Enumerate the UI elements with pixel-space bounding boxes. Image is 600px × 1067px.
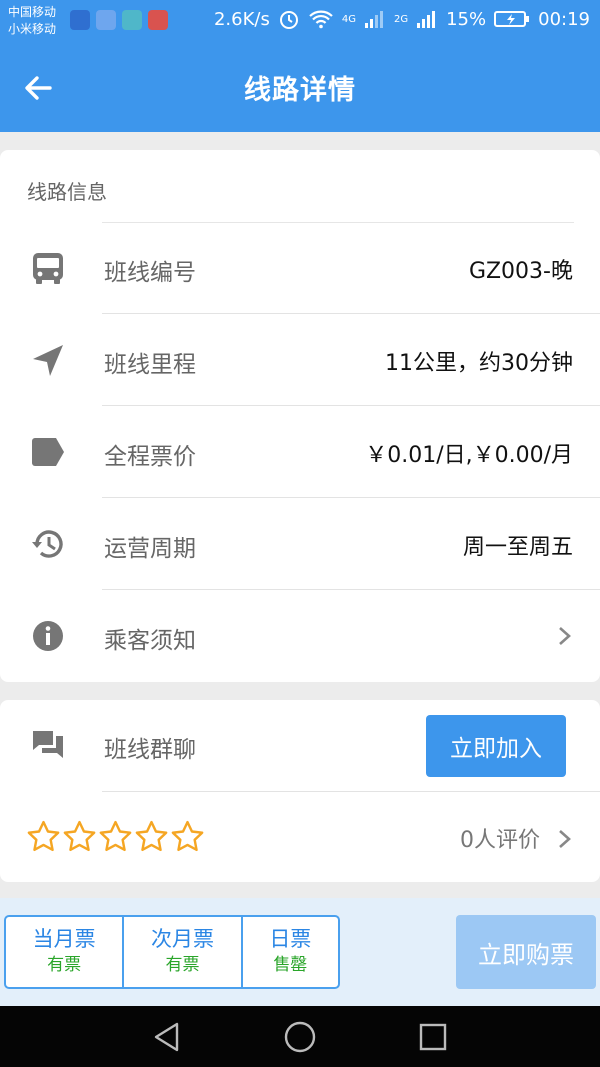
divider <box>102 589 600 590</box>
back-triangle-icon[interactable] <box>150 1020 184 1054</box>
carrier-names: 中国移动 小米移动 <box>8 4 56 38</box>
star-outline-icon <box>171 820 204 852</box>
ticket-name: 当月票 <box>32 927 96 951</box>
ticket-type-tabs: 当月票 有票 次月票 有票 日票 售罄 <box>4 915 340 989</box>
ticket-status: 有票 <box>47 955 82 975</box>
row-label: 班线编号 <box>104 260 196 286</box>
carrier-2: 小米移动 <box>8 22 57 36</box>
ticket-bar: 当月票 有票 次月票 有票 日票 售罄 立即购票 <box>0 898 600 1006</box>
row-label: 班线里程 <box>104 352 196 378</box>
row-fare: 全程票价 ￥0.01/日,￥0.00/月 <box>0 407 600 498</box>
row-value: 周一至周五 <box>462 535 573 560</box>
clock-time: 00:19 <box>538 8 590 30</box>
row-label: 乘客须知 <box>104 628 196 654</box>
group-chat-card: 班线群聊 立即加入 0人评价 <box>0 700 600 882</box>
row-distance: 班线里程 11公里，约30分钟 <box>0 315 600 406</box>
blocked-app-icon <box>148 10 168 30</box>
row-label: 运营周期 <box>104 536 196 562</box>
home-circle-icon[interactable] <box>283 1020 317 1054</box>
chevron-right-icon <box>559 627 571 645</box>
row-value: 11公里，约30分钟 <box>385 351 573 376</box>
row-passenger-notice[interactable]: 乘客须知 <box>0 591 600 682</box>
location-app-icon <box>96 10 116 30</box>
alarm-icon <box>279 11 298 29</box>
info-circle-icon <box>33 621 63 651</box>
tab-daily[interactable]: 日票 售罄 <box>243 917 338 987</box>
wifi-icon <box>309 10 333 29</box>
divider <box>102 313 600 314</box>
divider <box>102 405 600 406</box>
line-info-card: 线路信息 班线编号 GZ003-晚 班线里程 11公里，约30分钟 全程票价 ￥… <box>0 150 600 682</box>
star-outline-icon <box>27 820 60 852</box>
bird-app-icon <box>70 10 90 30</box>
notification-icons <box>70 10 168 30</box>
android-app-icon <box>122 10 142 30</box>
chat-bubbles-icon <box>33 731 63 758</box>
price-tag-icon <box>32 438 64 466</box>
recents-square-icon[interactable] <box>416 1020 450 1054</box>
navigation-arrow-icon <box>33 345 63 376</box>
divider <box>102 791 600 792</box>
system-nav-bar <box>0 1006 600 1067</box>
review-count[interactable]: 0人评价 <box>460 822 540 854</box>
page-title: 线路详情 <box>244 75 356 106</box>
section-title: 线路信息 <box>27 180 107 204</box>
divider <box>102 497 600 498</box>
battery-charging-icon <box>494 11 530 27</box>
status-bar: 中国移动 小米移动 2.6K/s 4G 2G 15% 00:19 <box>0 0 600 44</box>
rating-stars[interactable] <box>26 820 205 853</box>
row-line-number: 班线编号 GZ003-晚 <box>0 223 600 314</box>
tab-monthly-next[interactable]: 次月票 有票 <box>124 917 243 987</box>
row-value: ￥0.01/日,￥0.00/月 <box>365 443 573 468</box>
bus-icon <box>33 253 63 284</box>
ticket-status: 售罄 <box>273 955 308 975</box>
net-speed: 2.6K/s <box>213 8 270 30</box>
row-schedule: 运营周期 周一至周五 <box>0 499 600 590</box>
ticket-name: 日票 <box>269 927 312 951</box>
status-right: 2.6K/s 4G 2G 15% 00:19 <box>214 8 590 30</box>
signal-4g-icon <box>364 11 383 28</box>
star-outline-icon <box>63 820 96 852</box>
ticket-name: 次月票 <box>150 927 214 951</box>
star-outline-icon <box>135 820 168 852</box>
buy-ticket-button[interactable]: 立即购票 <box>456 915 596 989</box>
row-value: GZ003-晚 <box>468 259 573 284</box>
join-group-button[interactable]: 立即加入 <box>426 715 566 777</box>
star-outline-icon <box>99 820 132 852</box>
app-bar: 线路详情 <box>0 44 600 132</box>
chevron-right-icon[interactable] <box>556 824 574 854</box>
row-label: 全程票价 <box>104 444 196 470</box>
ticket-status: 有票 <box>165 955 200 975</box>
battery-percent: 15% <box>446 8 487 30</box>
tab-monthly-current[interactable]: 当月票 有票 <box>6 917 125 987</box>
signal-2g-icon <box>417 11 436 28</box>
history-clock-icon <box>32 530 63 558</box>
network-4g: 4G <box>341 13 356 25</box>
network-2g: 2G <box>393 13 409 25</box>
carrier-1: 中国移动 <box>8 5 57 19</box>
row-label: 班线群聊 <box>104 737 196 763</box>
